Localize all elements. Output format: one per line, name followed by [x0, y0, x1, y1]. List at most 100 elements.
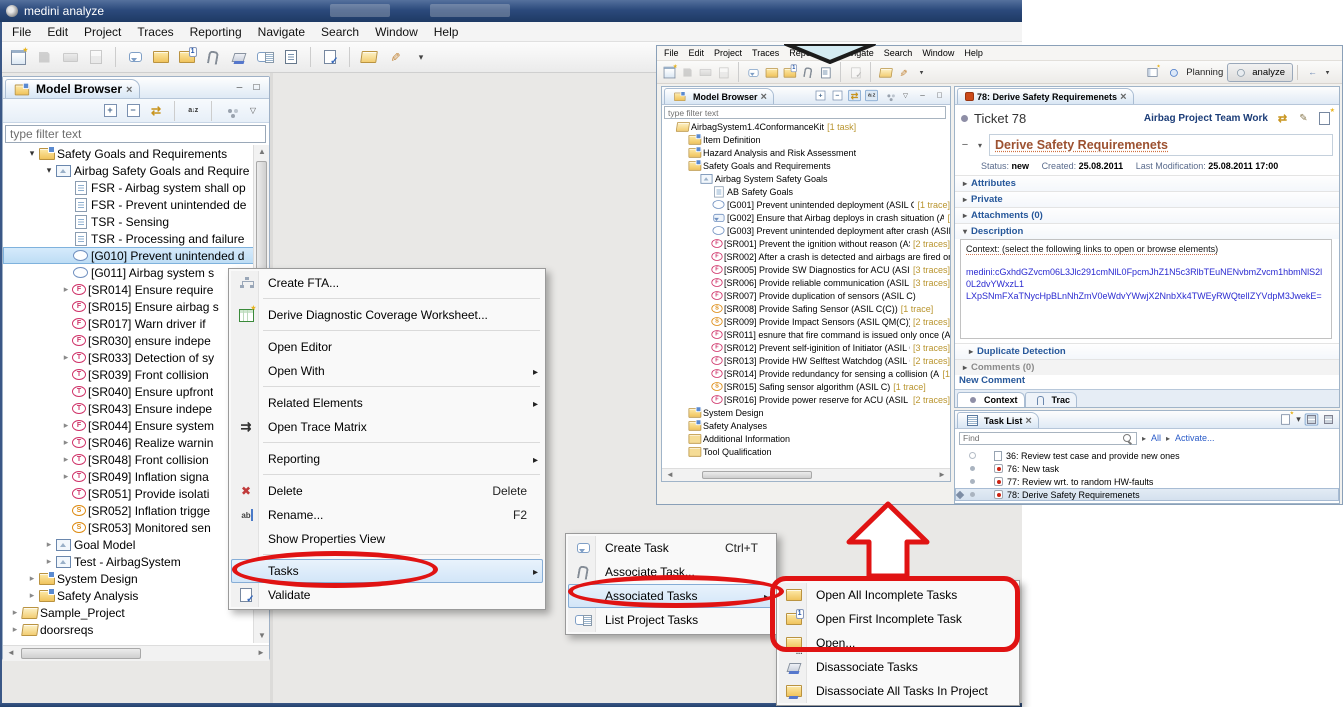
- tree-item[interactable]: AB Safety Goals: [662, 185, 950, 198]
- maximize-icon[interactable]: [933, 90, 947, 102]
- view-menu-button[interactable]: [243, 101, 263, 121]
- tree-item[interactable]: AirbagSystem1.4ConformanceKit [1 task]: [662, 120, 950, 133]
- menu-window[interactable]: Window: [917, 47, 959, 59]
- tree-item[interactable]: Hazard Analysis and Risk Assessment: [662, 146, 950, 159]
- medini-link[interactable]: medini:cGxhdGZvcm06L3Jlc291cmNlL0FpcmJhZ…: [966, 266, 1326, 302]
- menu-item-rename[interactable]: Rename...F2: [231, 503, 543, 527]
- menu-search[interactable]: Search: [879, 47, 918, 59]
- sort-button[interactable]: [183, 101, 203, 121]
- menu-reporting[interactable]: Reporting: [784, 47, 833, 59]
- create-task-button[interactable]: [123, 45, 147, 69]
- create-task-button[interactable]: [745, 64, 762, 81]
- expand-all-button[interactable]: [100, 101, 120, 121]
- dropdown-icon[interactable]: [1324, 66, 1331, 78]
- menu-item-open-first-incomplete-task[interactable]: Open First Incomplete Task: [779, 607, 1017, 631]
- tree-item[interactable]: [SR006] Provide reliable communication (…: [662, 276, 950, 289]
- section-duplicate-detection[interactable]: Duplicate Detection: [955, 343, 1339, 359]
- twistie-icon[interactable]: ▸: [26, 590, 38, 601]
- chevron-down-icon[interactable]: [974, 139, 986, 151]
- twistie-icon[interactable]: ▸: [60, 454, 72, 465]
- swap-gold-icon[interactable]: [1274, 111, 1291, 126]
- tree-item[interactable]: System Design: [662, 406, 950, 419]
- collapse-all-button[interactable]: [123, 101, 143, 121]
- twistie-icon[interactable]: ▸: [60, 437, 72, 448]
- validate-button[interactable]: [318, 45, 342, 69]
- minimize-icon[interactable]: [231, 80, 248, 95]
- tree-item[interactable]: FSR - Airbag system shall op: [3, 179, 269, 196]
- ticket-name-field[interactable]: Derive Safety Requiremenets: [989, 134, 1333, 156]
- close-icon[interactable]: [1025, 415, 1031, 427]
- twistie-icon[interactable]: ▸: [60, 420, 72, 431]
- menu-edit[interactable]: Edit: [39, 23, 76, 41]
- disassociate-button[interactable]: [227, 45, 251, 69]
- open-first-button[interactable]: [781, 64, 798, 81]
- menu-project[interactable]: Project: [709, 47, 747, 59]
- dropdown-icon[interactable]: [1294, 412, 1303, 427]
- newdoc-icon[interactable]: [1316, 111, 1333, 126]
- model-browser-tab[interactable]: Model Browser: [5, 79, 140, 98]
- group-by-category-icon[interactable]: [1305, 414, 1319, 426]
- model-browser-tab[interactable]: Model Browser: [664, 88, 774, 104]
- menu-project[interactable]: Project: [76, 23, 129, 41]
- tree-item[interactable]: TSR - Sensing: [3, 213, 269, 230]
- expand-all-icon[interactable]: [814, 90, 827, 101]
- menu-item-create-fta[interactable]: Create FTA...: [231, 271, 543, 295]
- menu-item-list-project-tasks[interactable]: List Project Tasks: [568, 608, 774, 632]
- filter-all-link[interactable]: All: [1151, 433, 1161, 443]
- activate-link[interactable]: Activate...: [1175, 433, 1215, 443]
- twistie-icon[interactable]: ▸: [60, 471, 72, 482]
- twistie-icon[interactable]: ▸: [60, 284, 72, 295]
- maximize-icon[interactable]: [248, 80, 265, 95]
- menu-item-disassociate-tasks[interactable]: Disassociate Tasks: [779, 655, 1017, 679]
- style-tool-button[interactable]: [383, 45, 407, 69]
- twistie-icon[interactable]: ▸: [26, 573, 38, 584]
- menu-item-reporting[interactable]: Reporting: [231, 447, 543, 471]
- menu-window[interactable]: Window: [367, 23, 426, 41]
- tree-item[interactable]: [SR015] Safing sensor algorithm (ASIL C)…: [662, 380, 950, 393]
- menu-item-associate-task[interactable]: Associate Task...: [568, 560, 774, 584]
- menu-item-associated-tasks[interactable]: Associated Tasks: [568, 584, 774, 608]
- menu-item-related-elements[interactable]: Related Elements: [231, 391, 543, 415]
- tree-item[interactable]: [G002] Ensure that Airbag deploys in cra…: [662, 211, 950, 224]
- tree-item[interactable]: [SR008] Provide Safing Sensor (ASIL C(C)…: [662, 302, 950, 315]
- section-attributes[interactable]: Attributes: [955, 175, 1339, 191]
- tree-item[interactable]: Safety Analyses: [662, 419, 950, 432]
- tree-item[interactable]: TSR - Processing and failure: [3, 230, 269, 247]
- tree-item[interactable]: [SR011] esnure that fire command is issu…: [662, 328, 950, 341]
- new-wizard-button[interactable]: [661, 64, 678, 81]
- menu-item-open-trace-matrix[interactable]: Open Trace Matrix: [231, 415, 543, 439]
- task-list-tab[interactable]: Task List: [957, 412, 1039, 428]
- new-task-icon[interactable]: [1279, 414, 1293, 426]
- tree-item[interactable]: [SR009] Provide Impact Sensors (ASIL QM(…: [662, 315, 950, 328]
- tree-item[interactable]: [SR012] Prevent self-iginition of Initia…: [662, 341, 950, 354]
- twistie-icon[interactable]: ▸: [60, 352, 72, 363]
- back-arrow-icon[interactable]: [1306, 66, 1319, 78]
- flat-list-icon[interactable]: [1322, 414, 1336, 426]
- associate-task-button[interactable]: [201, 45, 225, 69]
- style-tool-button[interactable]: [895, 64, 912, 81]
- filters-icon[interactable]: [882, 90, 895, 101]
- tree-item[interactable]: [SR013] Provide HW Selftest Watchdog (AS…: [662, 354, 950, 367]
- description-box[interactable]: Context: (select the following links to …: [960, 239, 1332, 339]
- tree-item[interactable]: Airbag System Safety Goals: [662, 172, 950, 185]
- close-icon[interactable]: [126, 82, 132, 96]
- perspective-planning-label[interactable]: Planning: [1186, 67, 1223, 78]
- ticket-tab[interactable]: 78: Derive Safety Requiremenets: [957, 88, 1134, 104]
- menu-help[interactable]: Help: [959, 47, 988, 59]
- menu-navigate[interactable]: Navigate: [833, 47, 879, 59]
- menu-item-open-editor[interactable]: Open Editor: [231, 335, 543, 359]
- tree-item[interactable]: [SR001] Prevent the ignition without rea…: [662, 237, 950, 250]
- perspective-analyze-button[interactable]: analyze: [1227, 63, 1293, 82]
- menu-help[interactable]: Help: [426, 23, 467, 41]
- tree-item[interactable]: Additional Information: [662, 432, 950, 445]
- open-folder-button[interactable]: [357, 45, 381, 69]
- find-input[interactable]: Find: [959, 432, 1137, 445]
- collapse-icon[interactable]: [959, 139, 971, 151]
- section-attachments[interactable]: Attachments (0): [955, 207, 1339, 223]
- menu-reporting[interactable]: Reporting: [182, 23, 250, 41]
- link-editor-button[interactable]: [146, 101, 166, 121]
- menu-item-show-properties-view[interactable]: Show Properties View: [231, 527, 543, 551]
- tree-item[interactable]: [G003] Prevent unintended deployment aft…: [662, 224, 950, 237]
- sort-icon[interactable]: [865, 90, 878, 101]
- menu-search[interactable]: Search: [313, 23, 367, 41]
